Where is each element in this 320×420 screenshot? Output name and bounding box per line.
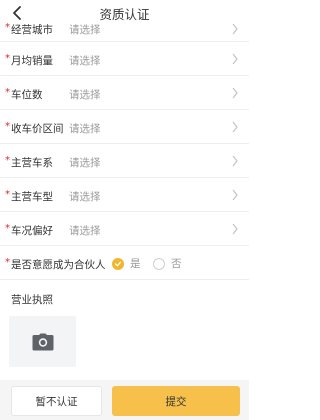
license-upload-button[interactable] <box>9 316 76 367</box>
required-mark: * <box>5 53 10 64</box>
field-label: 主营车型 <box>11 191 53 203</box>
field-monthly-sales[interactable]: * 月均销量 请选择 <box>0 42 249 76</box>
chevron-right-icon <box>232 53 238 65</box>
action-footer: 暂不认证 提交 <box>0 380 249 420</box>
required-mark: * <box>5 121 10 132</box>
required-mark: * <box>5 22 10 33</box>
field-label: 车况偏好 <box>11 225 53 237</box>
required-mark: * <box>5 87 10 98</box>
camera-icon <box>32 333 53 350</box>
required-mark: * <box>5 189 10 200</box>
field-value: 请选择 <box>69 123 101 135</box>
field-value: 请选择 <box>69 225 101 237</box>
chevron-right-icon <box>232 223 238 235</box>
chevron-right-icon <box>232 121 238 133</box>
submit-button[interactable]: 提交 <box>112 386 240 416</box>
field-value: 请选择 <box>69 55 101 67</box>
page-title: 资质认证 <box>99 7 150 22</box>
field-parking-spaces[interactable]: * 车位数 请选择 <box>0 76 249 110</box>
field-partner-willing: * 是否意愿成为合伙人 是 否 <box>0 246 249 280</box>
field-value: 请选择 <box>69 157 101 169</box>
field-label: 收车价区间 <box>11 123 64 135</box>
field-label: 经营城市 <box>11 24 53 36</box>
field-value: 请选择 <box>69 89 101 101</box>
required-mark: * <box>5 223 10 234</box>
qualification-form: * 经营城市 请选择 * 月均销量 请选择 * 车位数 请选择 * 收车价区间 … <box>0 22 249 280</box>
business-license-title: 营业执照 <box>11 294 53 306</box>
chevron-right-icon <box>232 155 238 167</box>
field-price-range[interactable]: * 收车价区间 请选择 <box>0 110 249 144</box>
chevron-right-icon <box>232 189 238 201</box>
radio-checked-indicator <box>112 257 124 270</box>
chevron-right-icon <box>232 87 238 99</box>
radio-no[interactable]: 否 <box>153 256 182 271</box>
field-car-series[interactable]: * 主营车系 请选择 <box>0 144 249 178</box>
check-icon <box>114 261 122 266</box>
field-city[interactable]: * 经营城市 请选择 <box>0 22 249 42</box>
chevron-right-icon <box>232 23 238 35</box>
field-label: 主营车系 <box>11 157 53 169</box>
radio-yes[interactable]: 是 <box>112 256 141 271</box>
field-car-model[interactable]: * 主营车型 请选择 <box>0 178 249 212</box>
field-value: 请选择 <box>69 191 101 203</box>
field-label: 是否意愿成为合伙人 <box>11 259 106 271</box>
radio-unchecked-indicator <box>153 257 165 270</box>
qualification-page: 资质认证 * 经营城市 请选择 * 月均销量 请选择 * 车位数 请选择 * 收… <box>0 0 249 420</box>
field-condition-preference[interactable]: * 车况偏好 请选择 <box>0 212 249 246</box>
field-label: 车位数 <box>11 89 43 101</box>
field-label: 月均销量 <box>11 55 53 67</box>
radio-no-label: 否 <box>171 258 182 270</box>
skip-certification-button[interactable]: 暂不认证 <box>11 386 102 416</box>
required-mark: * <box>5 155 10 166</box>
radio-yes-label: 是 <box>130 258 141 270</box>
field-value: 请选择 <box>69 24 101 36</box>
required-mark: * <box>5 257 10 268</box>
